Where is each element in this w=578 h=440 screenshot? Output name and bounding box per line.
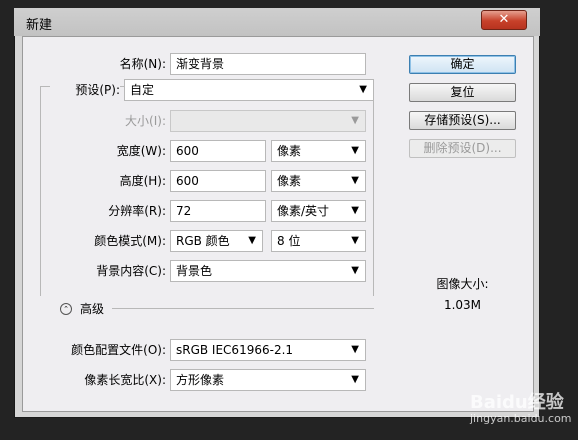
preset-label: 预设(P): [50, 79, 120, 101]
resolution-unit-value: 像素/英寸 [277, 204, 330, 218]
bit-depth-value: 8 位 [277, 234, 301, 248]
color-mode-label: 颜色模式(M): [94, 234, 166, 248]
bit-depth-select[interactable]: 8 位 ▼ [271, 230, 366, 252]
dropdown-arrow-icon: ▼ [351, 145, 359, 156]
pixel-aspect-label: 像素长宽比(X): [84, 373, 166, 387]
save-preset-button[interactable]: 存储预设(S)... [409, 111, 516, 130]
image-size-label: 图像大小: [436, 277, 489, 291]
width-label: 宽度(W): [116, 144, 166, 158]
color-mode-select[interactable]: RGB 颜色 ▼ [170, 230, 263, 252]
pixel-aspect-value: 方形像素 [176, 373, 225, 387]
size-label: 大小(I): [125, 114, 166, 128]
resolution-unit-select[interactable]: 像素/英寸 ▼ [271, 200, 366, 222]
dropdown-arrow-icon: ▼ [351, 235, 359, 246]
dropdown-arrow-icon: ▼ [351, 344, 359, 355]
resolution-label: 分辨率(R): [108, 204, 166, 218]
width-unit-value: 像素 [277, 144, 302, 158]
resolution-input[interactable]: 72 [170, 200, 266, 222]
background-value: 背景色 [176, 264, 213, 278]
dropdown-arrow-icon: ▼ [351, 374, 359, 385]
reset-button[interactable]: 复位 [409, 83, 516, 102]
color-profile-value: sRGB IEC61966-2.1 [176, 343, 294, 357]
preset-value: 自定 [130, 83, 155, 97]
name-input[interactable]: 渐变背景 [170, 53, 366, 75]
dropdown-arrow-icon: ▼ [351, 205, 359, 216]
dropdown-arrow-icon: ▼ [248, 235, 256, 246]
baidu-watermark-url: jingyan.baidu.com [470, 412, 572, 425]
background-label: 背景内容(C): [96, 264, 166, 278]
image-size-value: 1.03M [443, 298, 482, 312]
advanced-divider [112, 308, 374, 309]
height-unit-select[interactable]: 像素 ▼ [271, 170, 366, 192]
ok-button[interactable]: 确定 [409, 55, 516, 74]
height-label: 高度(H): [119, 174, 166, 188]
dropdown-arrow-icon: ▼ [351, 115, 359, 126]
dropdown-arrow-icon: ▼ [351, 175, 359, 186]
dialog-title: 新建 [26, 18, 53, 33]
name-label: 名称(N): [119, 57, 166, 71]
width-unit-select[interactable]: 像素 ▼ [271, 140, 366, 162]
color-mode-value: RGB 颜色 [176, 234, 230, 248]
color-profile-select[interactable]: sRGB IEC61966-2.1 ▼ [170, 339, 366, 361]
preset-select[interactable]: 自定 ▼ [124, 79, 374, 101]
close-icon: ✕ [498, 12, 510, 27]
collapse-advanced-icon[interactable]: ⌃ [60, 303, 72, 315]
title-bar [14, 8, 540, 36]
size-select: ▼ [170, 110, 366, 132]
baidu-watermark-logo: Baidu经验 [470, 392, 564, 413]
advanced-label[interactable]: 高级 [80, 302, 104, 316]
pixel-aspect-select[interactable]: 方形像素 ▼ [170, 369, 366, 391]
close-button[interactable]: ✕ [481, 10, 527, 30]
background-select[interactable]: 背景色 ▼ [170, 260, 366, 282]
dropdown-arrow-icon: ▼ [351, 265, 359, 276]
delete-preset-button: 删除预设(D)... [409, 139, 516, 158]
color-profile-label: 颜色配置文件(O): [71, 343, 166, 357]
dropdown-arrow-icon: ▼ [359, 84, 367, 95]
height-input[interactable]: 600 [170, 170, 266, 192]
height-unit-value: 像素 [277, 174, 302, 188]
width-input[interactable]: 600 [170, 140, 266, 162]
